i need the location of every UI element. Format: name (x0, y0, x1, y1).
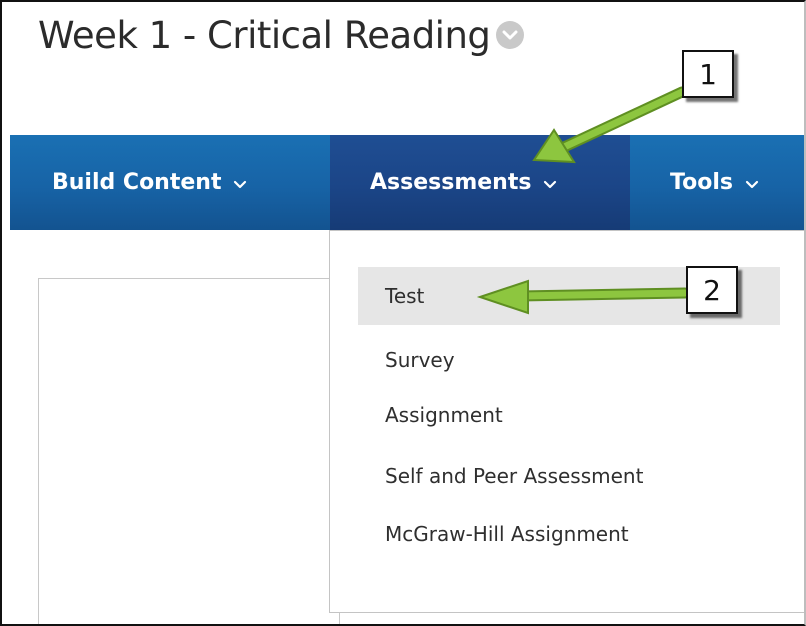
menu-item-assignment[interactable]: Assignment (358, 386, 780, 444)
menu-item-self-and-peer-assessment[interactable]: Self and Peer Assessment (358, 447, 780, 505)
chevron-down-icon (233, 171, 247, 196)
tools-menu-button[interactable]: Tools (670, 135, 759, 230)
build-content-label: Build Content (52, 170, 222, 195)
chevron-down-icon (543, 171, 557, 196)
content-area-panel (38, 278, 340, 624)
build-content-menu-button[interactable]: Build Content (52, 135, 247, 230)
menu-item-label: Assignment (385, 403, 503, 427)
tools-label: Tools (670, 170, 733, 195)
callout-step-1: 1 (682, 50, 734, 98)
callout-number: 1 (699, 57, 717, 91)
page-title: Week 1 - Critical Reading (38, 14, 525, 57)
menu-item-label: Self and Peer Assessment (385, 464, 644, 488)
chevron-down-icon (745, 171, 759, 196)
chevron-down-circle-icon[interactable] (496, 20, 525, 49)
assessments-menu-button[interactable]: Assessments (330, 135, 630, 230)
menu-item-survey[interactable]: Survey (358, 331, 780, 389)
page-title-text: Week 1 - Critical Reading (38, 14, 491, 57)
content-toolbar: Build Content Assessments Tools (10, 135, 804, 230)
screenshot-frame: Week 1 - Critical Reading Build Content … (0, 0, 806, 626)
assessments-label: Assessments (370, 170, 532, 195)
menu-item-label: Survey (385, 348, 455, 372)
callout-step-2: 2 (686, 266, 738, 314)
callout-number: 2 (703, 273, 721, 307)
menu-item-label: Test (385, 284, 425, 308)
menu-item-label: McGraw-Hill Assignment (385, 522, 629, 546)
menu-item-mcgraw-hill-assignment[interactable]: McGraw-Hill Assignment (358, 505, 780, 563)
